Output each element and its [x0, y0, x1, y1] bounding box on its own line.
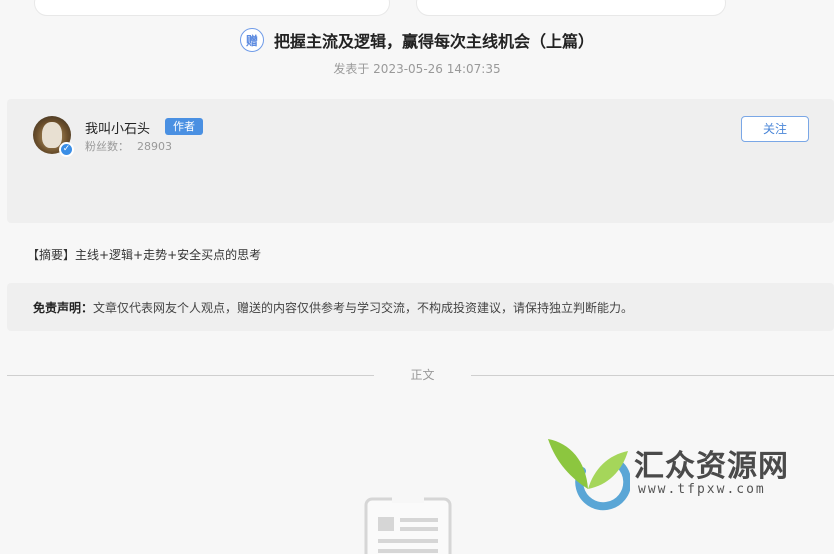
article-summary: 【摘要】主线+逻辑+走势+安全买点的思考	[27, 248, 262, 262]
author-badge: 作者	[165, 118, 203, 135]
fans-label: 粉丝数：	[85, 140, 129, 153]
author-name[interactable]: 我叫小石头	[85, 118, 150, 137]
avatar-face	[42, 122, 62, 148]
fans-count-row: 粉丝数： 28903	[85, 138, 172, 154]
watermark-name: 汇众资源网	[634, 449, 789, 484]
fans-count: 28903	[137, 140, 172, 153]
top-tab-right[interactable]	[416, 0, 726, 16]
page-title: 把握主流及逻辑，赢得每次主线机会（上篇）	[273, 32, 594, 51]
avatar[interactable]: ✓	[33, 116, 74, 157]
watermark-url: www.tfpxw.com	[638, 482, 766, 497]
document-placeholder-icon	[364, 497, 452, 554]
divider-line-left	[7, 375, 374, 376]
disclaimer-box: 免责声明： 文章仅代表网友个人观点，赠送的内容仅供参考与学习交流，不构成投资建议…	[7, 283, 834, 331]
body-divider-label: 正文	[410, 368, 435, 382]
article-title-row: 赠 把握主流及逻辑，赢得每次主线机会（上篇）	[0, 28, 834, 52]
disclaimer-label: 免责声明：	[33, 300, 94, 315]
verified-icon: ✓	[59, 142, 74, 157]
watermark-logo-icon	[548, 439, 630, 511]
gift-badge-icon: 赠	[239, 28, 264, 52]
divider-line-right	[471, 375, 834, 376]
watermark: 汇众资源网 www.tfpxw.com	[542, 435, 802, 511]
author-card: ✓ 我叫小石头 作者 粉丝数： 28903 关注	[7, 99, 834, 223]
disclaimer-text: 文章仅代表网友个人观点，赠送的内容仅供参考与学习交流，不构成投资建议，请保持独立…	[93, 300, 634, 315]
publish-time: 发表于 2023-05-26 14:07:35	[333, 62, 501, 76]
top-tab-left[interactable]	[34, 0, 390, 16]
follow-button[interactable]: 关注	[741, 116, 809, 142]
